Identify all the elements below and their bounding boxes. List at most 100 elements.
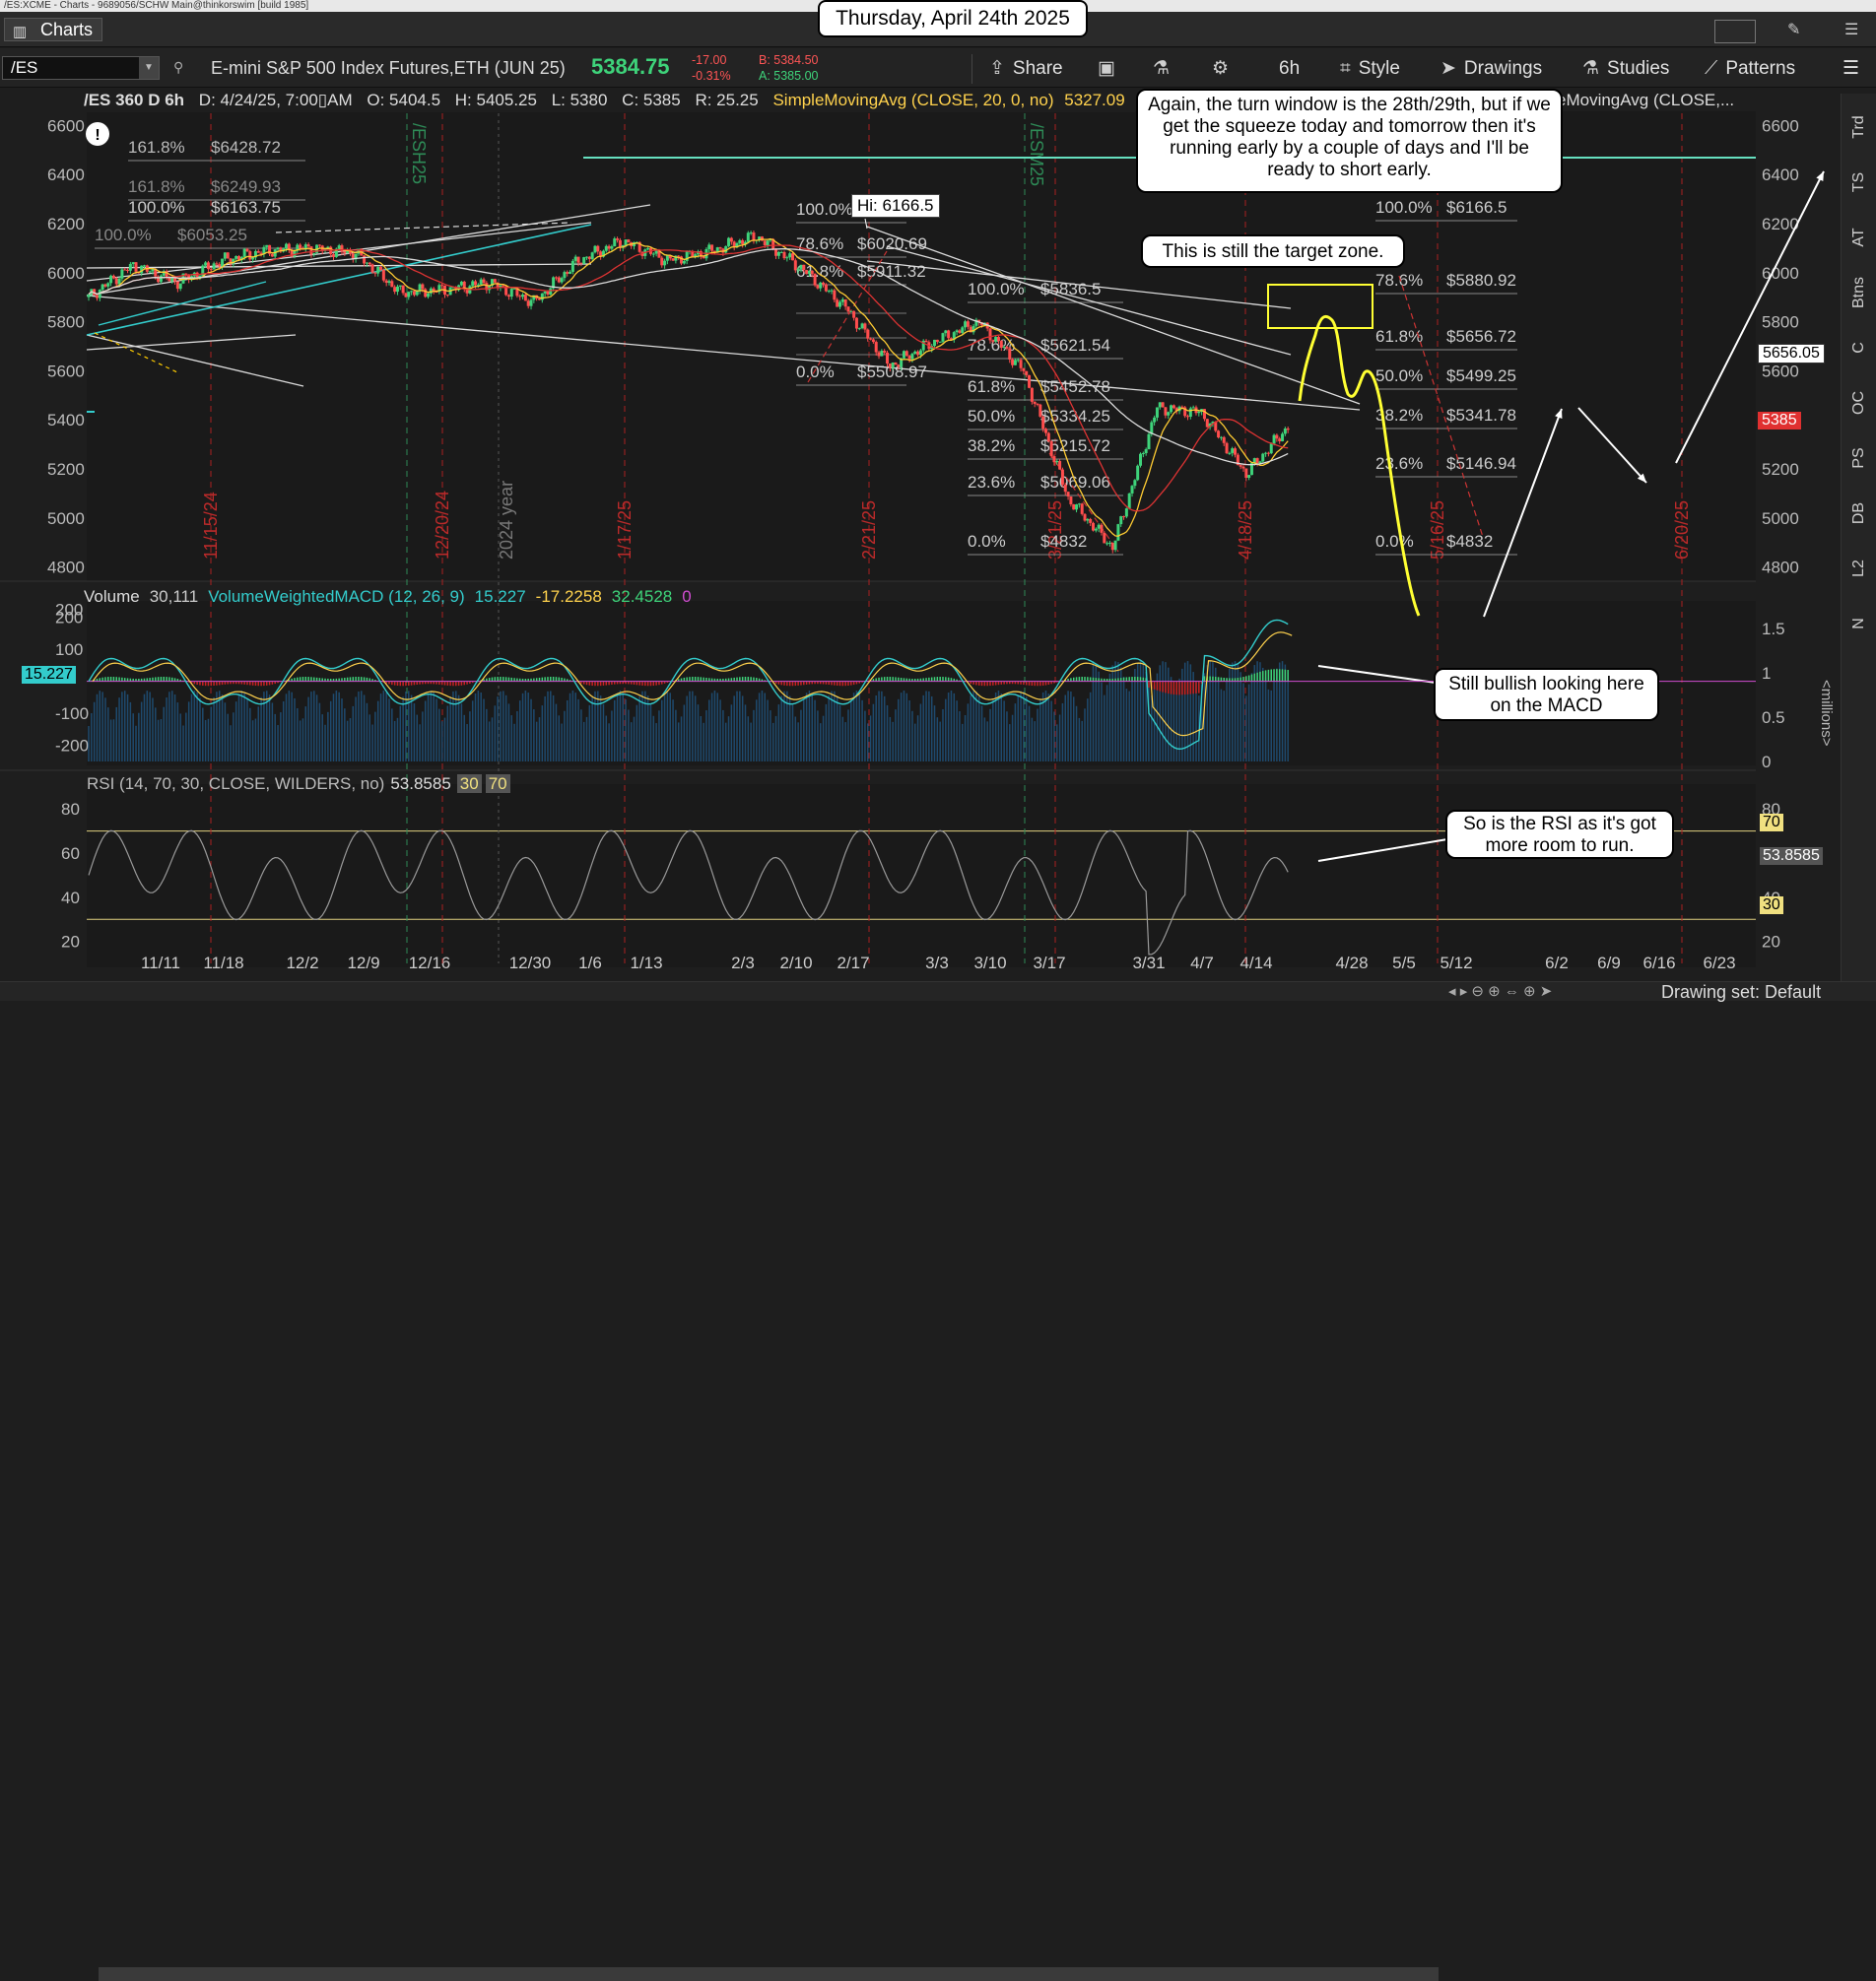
price-tick-label-left: 5600 (47, 362, 85, 380)
candle-body (1133, 480, 1137, 487)
side-tab-ts[interactable]: TS (1842, 155, 1876, 210)
candle-body (538, 297, 541, 300)
candle-body (398, 285, 402, 287)
fib-value-label: $5911.32 (857, 262, 926, 281)
horizontal-scrollbar[interactable] (99, 1967, 1439, 1981)
candle-body (582, 257, 586, 264)
candle-body (563, 272, 567, 279)
candle-body (1172, 405, 1175, 409)
fib-pct-label: 38.2% (968, 436, 1015, 455)
candle-body (569, 271, 572, 274)
side-tab-label: DB (1850, 501, 1867, 525)
candle-body (729, 237, 733, 242)
candle-body (1022, 367, 1026, 371)
fib-pct-label: 161.8% (128, 177, 185, 196)
candle-body (888, 363, 892, 368)
side-tab-l2[interactable]: L2 (1842, 541, 1876, 596)
macd-tick-label: -200 (55, 737, 89, 756)
candle-body (891, 363, 895, 368)
toolbar-menu-icon[interactable]: ☰ (1842, 56, 1859, 82)
candle-body (474, 281, 478, 286)
last-price-badge: 5385 (1758, 412, 1801, 429)
note-turn-window: Again, the turn window is the 28th/29th,… (1136, 89, 1563, 193)
candle-body (857, 328, 861, 330)
candle-body (1107, 542, 1111, 544)
candle-body (627, 239, 631, 242)
fib-pct-label: 100.0% (968, 280, 1025, 298)
candle-body (570, 260, 574, 272)
menu-icon[interactable]: ☰ (1844, 20, 1858, 39)
date-marker-label: 6/20/25 (1672, 500, 1692, 560)
candle-body (526, 300, 530, 306)
candle-body (445, 295, 449, 297)
candle-body (788, 253, 792, 258)
candle-body (1153, 417, 1157, 423)
candle-body (1186, 416, 1190, 418)
candle-body (1234, 448, 1238, 455)
rsi-label: RSI (14, 70, 30, CLOSE, WILDERS, no) (87, 774, 385, 793)
candle-body (401, 285, 405, 294)
candle-body (707, 244, 711, 249)
x-tick-label: 4/28 (1335, 954, 1368, 972)
side-tab-db[interactable]: DB (1842, 486, 1876, 541)
zoom-controls[interactable]: ◂ ▸ ⊖ ⊕ ⇔ ⊕ ➤ (1448, 982, 1552, 1000)
hi-label: Hi: 6166.5 (851, 194, 940, 218)
candle-body (1244, 468, 1248, 479)
fib-pct-label: 0.0% (796, 363, 835, 381)
side-tab-label: N (1850, 618, 1867, 629)
fib-value-label: $4832 (1446, 532, 1493, 551)
candle-body (854, 317, 858, 329)
side-tab-label: TS (1850, 171, 1867, 193)
bar-low: L: 5380 (551, 91, 608, 109)
note-macd: Still bullish looking here on the MACD (1434, 668, 1659, 721)
side-tab-oc[interactable]: OC (1842, 375, 1876, 430)
candle-body (916, 351, 920, 356)
candle-body (173, 278, 177, 282)
side-tab-at[interactable]: AT (1842, 210, 1876, 265)
candle-body (159, 275, 163, 283)
candle-body (270, 253, 274, 257)
candle-body (1281, 433, 1285, 441)
candle-body (1033, 401, 1037, 404)
candle-body (387, 281, 391, 284)
candle-body (866, 329, 870, 339)
candle-body (793, 260, 797, 271)
candle-body (941, 333, 945, 342)
candle-body (918, 350, 922, 356)
candle-body (363, 255, 367, 264)
candle-body (1041, 416, 1045, 429)
candle-body (1066, 492, 1070, 496)
x-tick-label: 6/16 (1642, 954, 1675, 972)
side-tab-trd[interactable]: Trd (1842, 99, 1876, 155)
candle-body (805, 270, 809, 275)
candle-body (566, 272, 570, 274)
candle-body (370, 264, 374, 273)
candle-body (384, 280, 388, 284)
side-tab-ps[interactable]: PS (1842, 430, 1876, 486)
candle-body (123, 269, 127, 271)
x-tick-label: 5/5 (1392, 954, 1416, 972)
candle-body (459, 281, 463, 286)
candle-body (874, 342, 878, 353)
side-tab-c[interactable]: C (1842, 320, 1876, 375)
candle-body (966, 321, 970, 327)
x-tick-label: 2/17 (837, 954, 869, 972)
candle-body (337, 245, 341, 249)
candle-body (111, 275, 115, 279)
note-target-zone: This is still the target zone. (1141, 234, 1405, 268)
candle-body (1191, 407, 1195, 409)
candle-body (117, 278, 121, 285)
candle-body (151, 269, 155, 272)
candle-body (418, 284, 422, 292)
x-tick-label: 3/3 (925, 954, 949, 972)
candle-body (585, 256, 589, 258)
x-tick-label: 12/2 (286, 954, 318, 972)
candle-body (654, 250, 658, 254)
candle-body (849, 310, 853, 312)
side-tab-btns[interactable]: Btns (1842, 265, 1876, 320)
candle-body (616, 238, 620, 240)
candle-body (1147, 433, 1151, 450)
volume-label: Volume (84, 587, 140, 606)
side-tab-n[interactable]: N (1842, 596, 1876, 651)
candle-body (549, 288, 553, 295)
